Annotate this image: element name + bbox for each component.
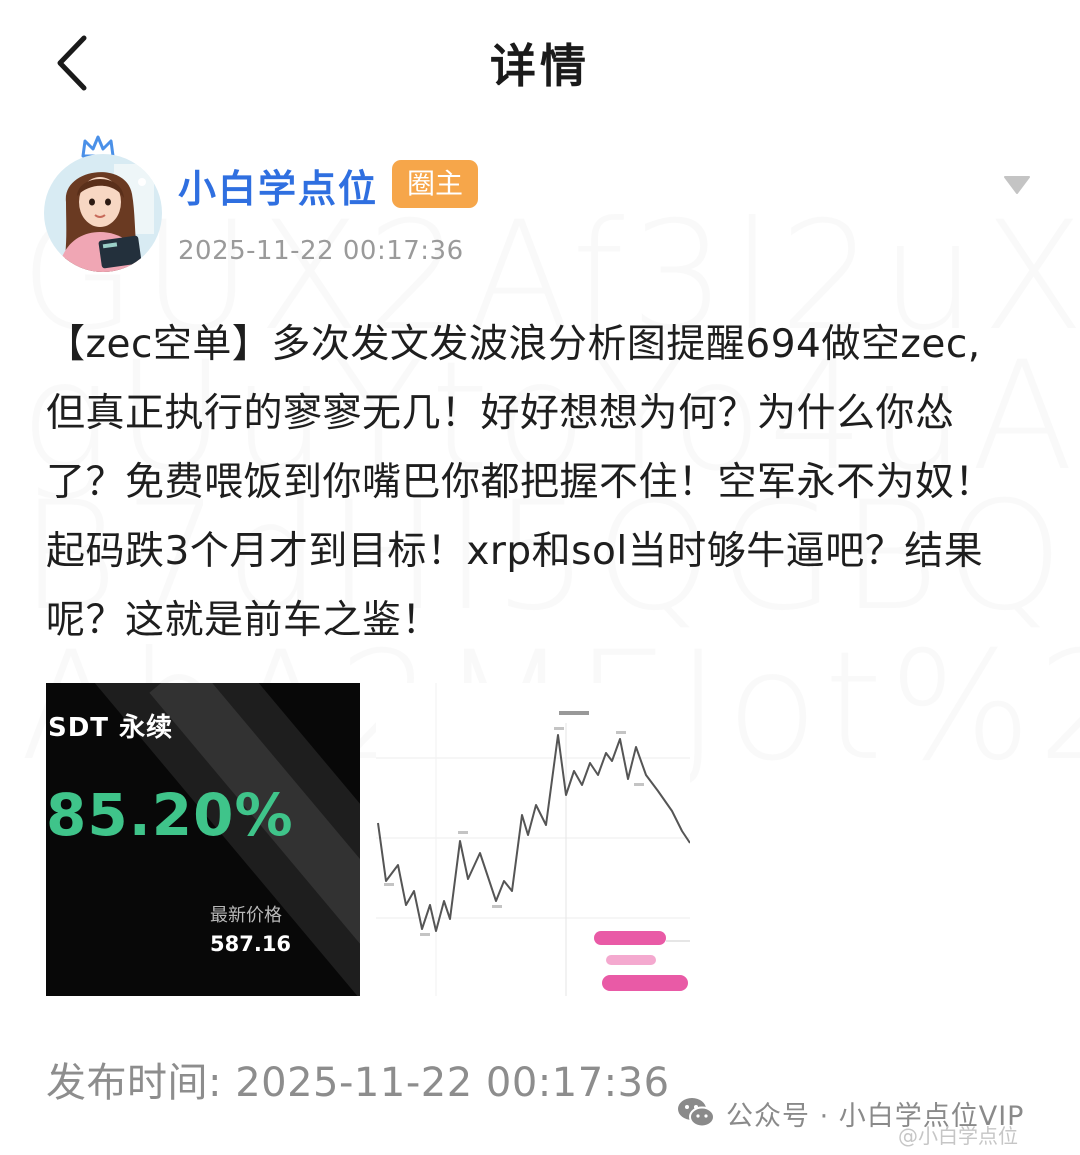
author-name[interactable]: 小白学点位 (178, 158, 378, 213)
top-bar: 详情 (0, 0, 1080, 125)
wechat-icon (678, 1098, 715, 1128)
post-content: 【zec空单】多次发文发波浪分析图提醒694做空zec, 但真正执行的寥寥无几！… (46, 322, 995, 643)
ticker-price: 587.16 (210, 932, 292, 956)
author-header: 小白学点位 圈主 2025-11-22 00:17:36 (44, 135, 1044, 276)
caret-down-icon (1004, 176, 1030, 194)
ticker-title: SDT 永续 (48, 713, 174, 743)
footer-sub-watermark: @小白学点位 (898, 1124, 1018, 1148)
page-title: 详情 (490, 39, 590, 93)
publish-time: 发布时间: 2025-11-22 00:17:36 (46, 1060, 670, 1106)
post-timestamp: 2025-11-22 00:17:36 (178, 236, 464, 266)
wave-chart-thumbnail-icon (376, 683, 690, 996)
avatar-illustration (44, 154, 162, 272)
more-options-button[interactable] (1004, 174, 1030, 196)
avatar[interactable] (44, 154, 162, 272)
ticker-percent: 85.20% (46, 781, 294, 849)
ticker-price-label: 最新价格 (210, 905, 282, 926)
post-image-wave-chart[interactable] (376, 683, 690, 996)
post-image-ticker[interactable]: SDT 永续 85.20% 最新价格 587.16 (46, 683, 360, 996)
role-badge: 圈主 (392, 160, 478, 208)
